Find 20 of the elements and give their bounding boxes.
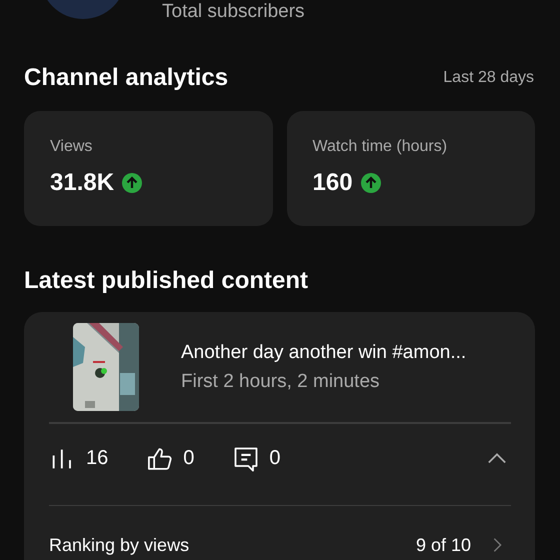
subscribers-label: Total subscribers: [162, 1, 305, 24]
ranking-row[interactable]: Ranking by views 9 of 10: [49, 506, 511, 560]
metric-value: 31.8K: [50, 169, 114, 197]
video-age: First 2 hours, 2 minutes: [181, 370, 380, 392]
chevron-right-icon: [491, 536, 503, 554]
stat-value: 16: [86, 447, 108, 470]
metric-card[interactable]: Watch time (hours) 160: [286, 111, 535, 226]
section-title: Latest published content: [24, 267, 308, 295]
ranking-label: Ranking by views: [49, 534, 190, 556]
stat-value: 0: [269, 447, 280, 470]
metric-value: 160: [312, 169, 353, 197]
comment-icon: [232, 444, 260, 472]
stat-value: 0: [183, 447, 194, 470]
metric-label: Views: [50, 138, 92, 156]
metric-card[interactable]: Views 31.8K: [24, 111, 272, 226]
period-label: Last 28 days: [443, 69, 534, 87]
metric-label: Watch time (hours): [312, 138, 448, 156]
section-title: Channel analytics: [24, 64, 228, 92]
ranking-value: 9 of 10: [416, 534, 471, 556]
video-title[interactable]: Another day another win #amon...: [181, 342, 466, 364]
